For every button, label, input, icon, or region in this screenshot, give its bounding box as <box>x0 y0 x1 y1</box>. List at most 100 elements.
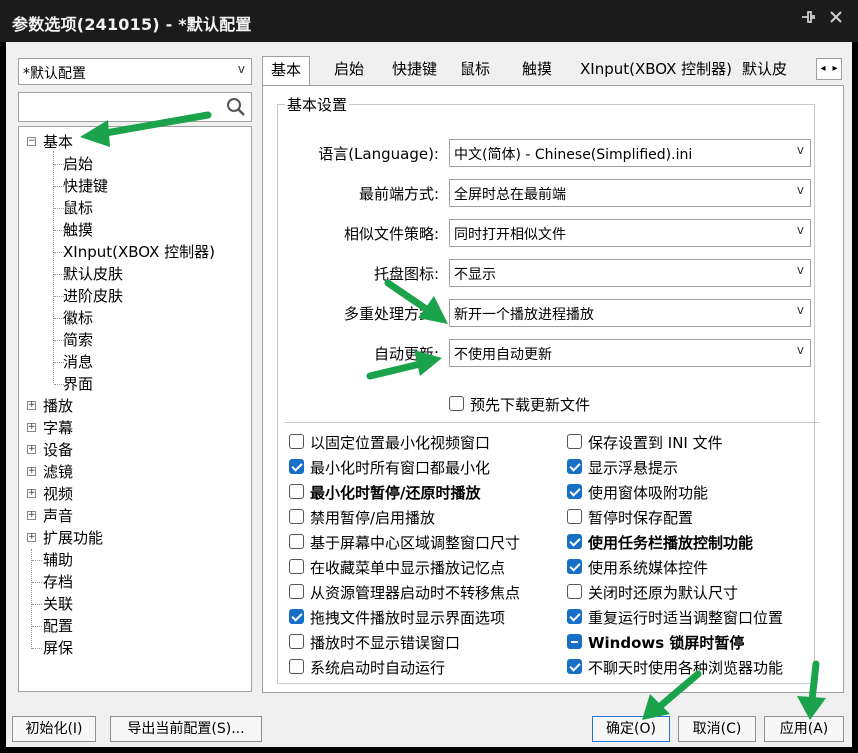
tree-item-child[interactable]: 触摸 <box>63 219 93 241</box>
setting-select-value: 全屏时总在最前端 <box>454 187 566 203</box>
group-title: 基本设置 <box>285 94 350 115</box>
pin-icon[interactable] <box>796 8 820 32</box>
checkbox-box[interactable] <box>289 459 304 474</box>
tree-item-leaf[interactable]: 关联 <box>43 593 73 615</box>
tab-item[interactable]: 鼠标 <box>452 56 498 85</box>
checkbox-box[interactable] <box>289 609 304 624</box>
checkbox-label: 保存设置到 INI 文件 <box>588 434 723 452</box>
chevron-down-icon: v <box>237 62 245 76</box>
close-icon[interactable] <box>824 8 848 32</box>
checkbox-box[interactable] <box>567 609 582 624</box>
tree-item-child[interactable]: 快捷键 <box>63 175 108 197</box>
cancel-button[interactable]: 取消(C) <box>678 716 756 742</box>
setting-label: 最前端方式: <box>358 185 439 203</box>
expand-toggle-icon[interactable]: + <box>27 489 36 498</box>
tree-item-child[interactable]: 简索 <box>63 329 93 351</box>
checkbox-box[interactable] <box>567 434 582 449</box>
tree-item-child[interactable]: 启始 <box>63 153 93 175</box>
chevron-down-icon: v <box>796 143 804 157</box>
checkbox-box[interactable] <box>567 459 582 474</box>
setting-select[interactable]: 全屏时总在最前端 v <box>449 179 811 207</box>
setting-select-value: 中文(简体) - Chinese(Simplified).ini <box>454 147 693 163</box>
expand-toggle-icon[interactable]: + <box>27 401 36 410</box>
collapse-toggle-icon[interactable]: − <box>27 137 36 146</box>
checkbox-label: 拖拽文件播放时显示界面选项 <box>310 609 506 627</box>
tree-item-collapsed[interactable]: 声音 <box>43 505 73 527</box>
checkbox-box[interactable] <box>567 509 582 524</box>
tree-item-collapsed[interactable]: 扩展功能 <box>43 527 103 549</box>
tree-connector <box>32 582 42 583</box>
checkbox-box[interactable] <box>289 634 304 649</box>
scroll-left-icon[interactable]: ◂ <box>817 63 829 74</box>
checkbox-box[interactable] <box>567 534 582 549</box>
checkbox-box[interactable] <box>449 396 464 411</box>
tree-item-leaf[interactable]: 屏保 <box>43 637 73 659</box>
tree-item-collapsed[interactable]: 设备 <box>43 439 73 461</box>
expand-toggle-icon[interactable]: + <box>27 423 36 432</box>
settings-tree[interactable]: − 基本 启始 快捷键 鼠标 触摸 XInput(XBOX 控制器) 默认皮肤 进阶皮肤 徽标 简索… <box>18 126 252 692</box>
setting-select-value: 同时打开相似文件 <box>454 227 566 243</box>
apply-button[interactable]: 应用(A) <box>764 716 844 742</box>
tree-item-collapsed[interactable]: 播放 <box>43 395 73 417</box>
checkbox-label: 关闭时还原为默认尺寸 <box>588 584 739 602</box>
tree-item-child[interactable]: 鼠标 <box>63 197 93 219</box>
search-box[interactable] <box>18 92 252 122</box>
tree-item-child[interactable]: 界面 <box>63 373 93 395</box>
expand-toggle-icon[interactable]: + <box>27 445 36 454</box>
tree-item-leaf[interactable]: 配置 <box>43 615 73 637</box>
checkbox-label: 最小化时所有窗口都最小化 <box>310 459 491 477</box>
checkbox-box[interactable] <box>567 484 582 499</box>
tree-item-collapsed[interactable]: 滤镜 <box>43 461 73 483</box>
tree-item-leaf[interactable]: 辅助 <box>43 549 73 571</box>
checkbox-box[interactable] <box>567 659 582 674</box>
tree-item-child[interactable]: 进阶皮肤 <box>63 285 123 307</box>
checkbox-box[interactable] <box>289 509 304 524</box>
checkbox-box[interactable] <box>289 434 304 449</box>
tab-item[interactable]: XInput(XBOX 控制器) <box>572 56 740 85</box>
profile-select[interactable]: *默认配置 v <box>18 58 252 85</box>
export-config-button[interactable]: 导出当前配置(S)... <box>110 716 262 742</box>
search-icon[interactable] <box>225 96 247 118</box>
scroll-right-icon[interactable]: ▸ <box>829 63 841 74</box>
setting-select-value: 新开一个播放进程播放 <box>454 307 594 323</box>
tab-scroll-buttons[interactable]: ◂ ▸ <box>816 58 842 80</box>
tree-item-child[interactable]: XInput(XBOX 控制器) <box>63 241 215 263</box>
checkbox-label: 使用系统媒体控件 <box>588 559 709 577</box>
checkbox-box[interactable] <box>567 584 582 599</box>
expand-toggle-icon[interactable]: + <box>27 511 36 520</box>
checkbox-label: 使用窗体吸附功能 <box>588 484 709 502</box>
setting-select[interactable]: 不使用自动更新 v <box>449 339 811 367</box>
setting-select[interactable]: 不显示 v <box>449 259 811 287</box>
tab-item[interactable]: 基本 <box>262 56 311 86</box>
init-button[interactable]: 初始化(I) <box>12 716 96 742</box>
checkbox-box[interactable] <box>567 634 582 649</box>
ok-button[interactable]: 确定(O) <box>592 716 670 742</box>
setting-select[interactable]: 中文(简体) - Chinese(Simplified).ini v <box>449 139 811 167</box>
basic-settings-panel: 基本设置 语言(Language): 中文(简体) - Chinese(Simpl… <box>262 85 844 693</box>
tree-item-child[interactable]: 消息 <box>63 351 93 373</box>
checkbox-box[interactable] <box>567 559 582 574</box>
tree-item-leaf[interactable]: 存档 <box>43 571 73 593</box>
tab-item[interactable]: 快捷键 <box>384 56 445 85</box>
checkbox-box[interactable] <box>289 559 304 574</box>
checkbox-box[interactable] <box>289 534 304 549</box>
title-bar[interactable]: 参数选项(241015) - *默认配置 <box>0 0 858 42</box>
tree-item-child[interactable]: 徽标 <box>63 307 93 329</box>
checkbox-box[interactable] <box>289 484 304 499</box>
expand-toggle-icon[interactable]: + <box>27 533 36 542</box>
tree-item-collapsed[interactable]: 字幕 <box>43 417 73 439</box>
tree-item-basic[interactable]: 基本 <box>43 131 73 153</box>
setting-select[interactable]: 新开一个播放进程播放 v <box>449 299 811 327</box>
tree-item-collapsed[interactable]: 视频 <box>43 483 73 505</box>
tab-item[interactable]: 触摸 <box>514 56 560 85</box>
tree-item-child[interactable]: 默认皮肤 <box>63 263 123 285</box>
tree-connector <box>32 626 42 627</box>
checkbox-label: 在收藏菜单中显示播放记忆点 <box>310 559 506 577</box>
expand-toggle-icon[interactable]: + <box>27 467 36 476</box>
window-title: 参数选项(241015) - *默认配置 <box>12 15 252 34</box>
setting-select[interactable]: 同时打开相似文件 v <box>449 219 811 247</box>
checkbox-box[interactable] <box>289 584 304 599</box>
tab-item[interactable]: 启始 <box>326 56 372 85</box>
tab-item[interactable]: 默认皮 <box>734 56 795 85</box>
checkbox-box[interactable] <box>289 659 304 674</box>
